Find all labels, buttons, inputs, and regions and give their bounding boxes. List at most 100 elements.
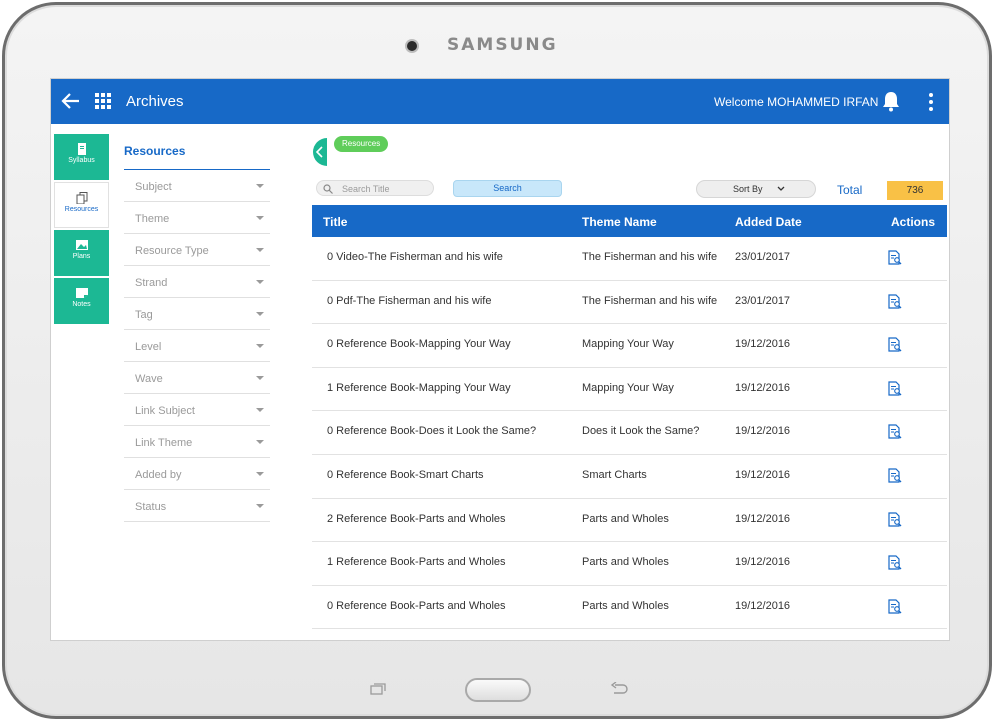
camera-icon (407, 41, 417, 51)
column-header: Theme Name (582, 215, 657, 229)
view-document-icon[interactable] (888, 381, 902, 396)
filter-dropdown[interactable]: Strand (124, 266, 270, 298)
chevron-left-icon (315, 146, 323, 158)
filter-label: Resource Type (135, 245, 209, 257)
filter-dropdown[interactable]: Link Subject (124, 394, 270, 426)
total-label: Total (837, 183, 863, 197)
row-date: 23/01/2017 (735, 251, 791, 263)
table-row[interactable]: 0 Reference Book-Parts and Wholes Parts a… (312, 586, 947, 630)
filter-label: Subject (135, 181, 172, 193)
row-theme: Mapping Your Way (582, 381, 674, 394)
filter-dropdown[interactable]: Wave (124, 362, 270, 394)
rail-item-plans[interactable]: Plans (54, 230, 109, 276)
filter-label: Strand (135, 277, 168, 289)
caret-down-icon (256, 280, 264, 284)
rail-label: Syllabus (68, 157, 95, 164)
filter-panel: Resources Subject Theme Resource Type Stran… (124, 144, 270, 522)
row-date: 19/12/2016 (735, 425, 791, 438)
filter-label: Link Theme (135, 437, 193, 449)
row-date: 19/12/2016 (735, 599, 791, 612)
image-icon (75, 240, 88, 250)
row-title: 0 Reference Book-Mapping Your Way (327, 338, 511, 351)
filter-dropdown[interactable]: Level (124, 330, 270, 362)
table-row[interactable]: 1 Reference Book-Mapping Your Way Mapping… (312, 368, 947, 412)
sort-by-dropdown[interactable]: Sort By (696, 180, 816, 198)
table-header: Title Theme Name Added Date Actions (312, 205, 947, 237)
filter-label: Status (135, 501, 167, 513)
table-row[interactable]: 0 Video-The Fisherman and his wife The Fi… (312, 237, 947, 281)
copy-icon (76, 192, 87, 204)
caret-down-icon (256, 472, 264, 476)
home-button[interactable] (465, 678, 531, 702)
resources-table: Title Theme Name Added Date Actions 0 Vi… (312, 205, 947, 630)
row-title: 1 Reference Book-Parts and Wholes (327, 556, 506, 569)
caret-down-icon (256, 184, 264, 188)
table-row[interactable]: 0 Reference Book-Smart Charts Smart Chart… (312, 455, 947, 499)
caret-down-icon (256, 344, 264, 348)
row-theme: The Fisherman and his wife (582, 251, 718, 263)
filter-dropdown[interactable]: Subject (124, 170, 270, 202)
more-vertical-icon[interactable] (923, 92, 939, 112)
table-row[interactable]: 1 Reference Book-Parts and Wholes Parts a… (312, 542, 947, 586)
filter-dropdown[interactable]: Link Theme (124, 426, 270, 458)
view-document-icon[interactable] (888, 599, 902, 614)
breadcrumb[interactable]: Resources (334, 136, 389, 152)
page-title: Archives (126, 93, 184, 110)
app-bar: Archives Welcome MOHAMMED IRFAN (51, 79, 949, 124)
row-theme: The Fisherman and his wife (582, 294, 718, 307)
apps-grid-icon[interactable] (95, 93, 111, 109)
view-document-icon[interactable] (888, 250, 902, 265)
table-row[interactable]: 0 Reference Book-Mapping Your Way Mapping… (312, 324, 947, 368)
view-document-icon[interactable] (888, 555, 902, 570)
back-arrow-icon[interactable] (61, 91, 81, 111)
row-date: 19/12/2016 (735, 468, 791, 481)
total-count-badge: 736 (887, 181, 943, 200)
bell-icon[interactable] (880, 90, 902, 112)
view-document-icon[interactable] (888, 337, 902, 352)
table-row[interactable]: 2 Reference Book-Parts and Wholes Parts a… (312, 499, 947, 543)
row-theme: Parts and Wholes (582, 512, 669, 525)
caret-down-icon (256, 216, 264, 220)
rail-item-syllabus[interactable]: Syllabus (54, 134, 109, 180)
filter-dropdown[interactable]: Theme (124, 202, 270, 234)
device-brand: SAMSUNG (447, 35, 558, 55)
caret-down-icon (256, 504, 264, 508)
table-row[interactable]: 0 Reference Book-Does it Look the Same? D… (312, 411, 947, 455)
column-header: Added Date (735, 215, 802, 229)
filter-dropdown[interactable]: Tag (124, 298, 270, 330)
column-header: Actions (891, 215, 936, 229)
row-theme: Does it Look the Same? (582, 425, 700, 438)
filter-label: Level (135, 341, 162, 353)
row-date: 19/12/2016 (735, 381, 791, 394)
row-date: 19/12/2016 (735, 556, 791, 569)
row-theme: Parts and Wholes (582, 556, 669, 569)
filter-dropdown[interactable]: Status (124, 490, 270, 522)
filter-dropdown[interactable]: Resource Type (124, 234, 270, 266)
view-document-icon[interactable] (888, 424, 902, 439)
device-back-icon[interactable] (610, 682, 628, 696)
view-document-icon[interactable] (888, 511, 902, 527)
collapse-panel-button[interactable] (313, 138, 327, 166)
row-title: 0 Reference Book-Parts and Wholes (327, 599, 506, 612)
search-button[interactable]: Search (453, 180, 562, 197)
row-title: 0 Reference Book-Smart Charts (327, 468, 484, 481)
caret-down-icon (256, 408, 264, 412)
view-document-icon[interactable] (888, 468, 902, 483)
column-header: Title (323, 215, 348, 229)
table-row[interactable]: 0 Pdf-The Fisherman and his wife The Fish… (312, 281, 947, 325)
view-document-icon[interactable] (888, 293, 902, 309)
search-icon (323, 184, 333, 194)
filter-heading: Resources (124, 144, 270, 170)
row-theme: Mapping Your Way (582, 338, 674, 351)
row-title: 2 Reference Book-Parts and Wholes (327, 512, 506, 525)
rail-item-resources[interactable]: Resources (54, 182, 109, 228)
search-input[interactable]: Search Title (316, 180, 434, 196)
row-theme: Smart Charts (582, 468, 647, 481)
filter-label: Added by (135, 469, 182, 481)
filter-dropdown[interactable]: Added by (124, 458, 270, 490)
recent-apps-icon[interactable] (370, 683, 386, 695)
filter-label: Theme (135, 213, 170, 225)
caret-down-icon (256, 440, 264, 444)
rail-item-notes[interactable]: Notes (54, 278, 109, 324)
search-placeholder: Search Title (342, 184, 390, 194)
